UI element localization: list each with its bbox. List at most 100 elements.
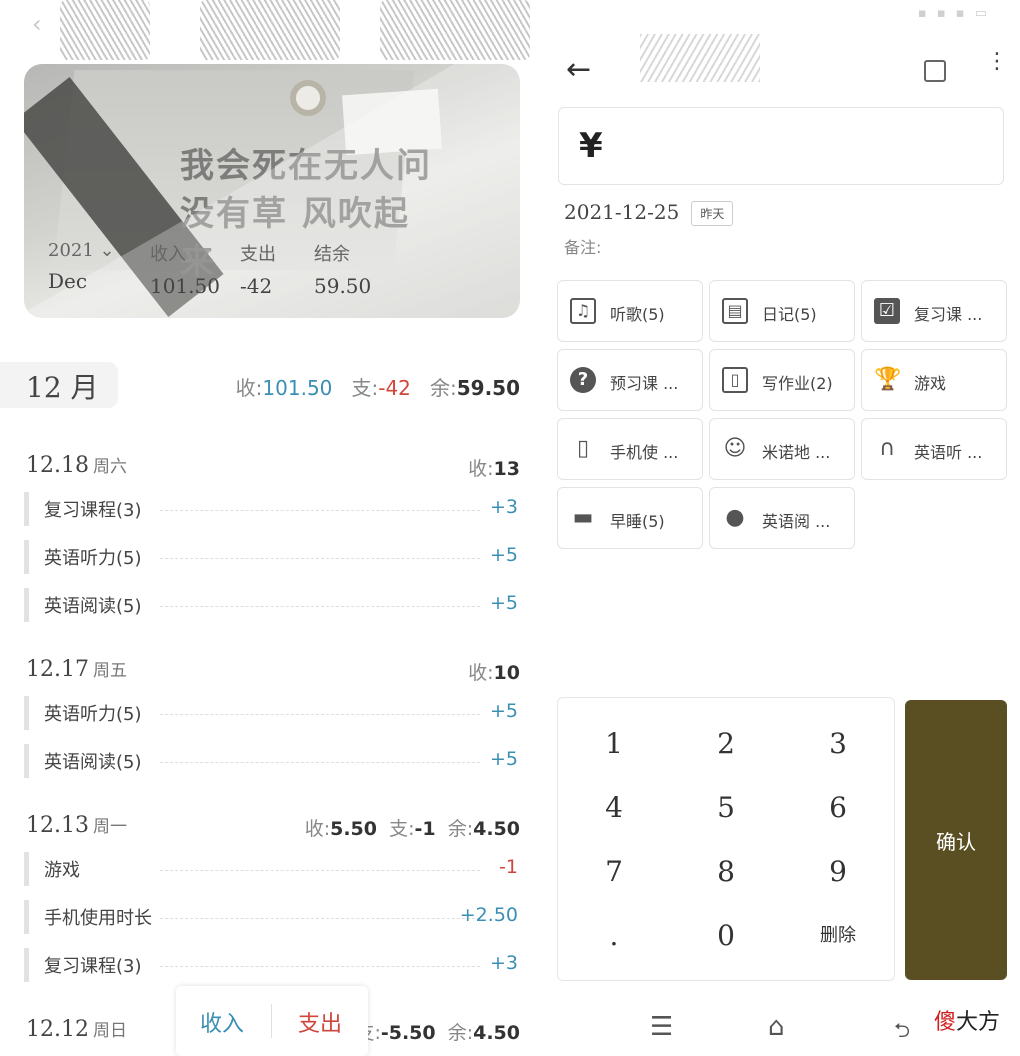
confirm-button[interactable]: 确认 [905, 700, 1007, 980]
category-item[interactable]: ● 英语阅 ... [709, 487, 855, 549]
menu-icon[interactable]: ☰ [650, 1012, 673, 1042]
record-row[interactable]: 英语听力(5) +5 [0, 690, 540, 738]
dashed-leader [160, 606, 480, 607]
category-label: 写作业(2) [762, 374, 833, 393]
key-5[interactable]: 5 [670, 776, 782, 840]
category-item[interactable]: ? 预习课 ... [557, 349, 703, 411]
key-6[interactable]: 6 [782, 776, 894, 840]
summary-expense-prefix: 支: [351, 376, 379, 400]
back-arrow-icon[interactable]: ← [566, 52, 591, 87]
music-note-icon: ♫ [570, 298, 596, 324]
category-label: 英语听 ... [914, 443, 983, 462]
record-row[interactable]: 游戏 -1 [0, 846, 540, 894]
system-back-icon[interactable]: ⮌ [894, 1016, 910, 1050]
delete-key[interactable]: 删除 [782, 904, 894, 968]
key-8[interactable]: 8 [670, 840, 782, 904]
day-weekday: 周六 [92, 457, 127, 477]
day-weekday: 周五 [92, 661, 127, 681]
day-group: 12.13 周一 收:5.50 支:-1 余:4.50 游戏 -1 手机使用时长 +2.50… [0, 806, 540, 990]
record-amount: +5 [489, 748, 518, 770]
open-book-icon: ▯ [722, 367, 748, 393]
category-label: 预习课 ... [610, 374, 679, 393]
category-item[interactable]: ▤ 日记(5) [709, 280, 855, 342]
day-summary: 收:5.50 支:-1 余:4.50 [305, 814, 520, 841]
income-label: 收入 [150, 244, 186, 265]
image-icon[interactable] [924, 60, 946, 82]
key-9[interactable]: 9 [782, 840, 894, 904]
yesterday-chip[interactable]: 昨天 [691, 201, 734, 226]
category-item[interactable]: ▬ 早睡(5) [557, 487, 703, 549]
category-item[interactable]: ∩ 英语听 ... [861, 418, 1007, 480]
add-expense-button[interactable]: 支出 [298, 1006, 342, 1038]
home-icon[interactable]: ⌂ [768, 1012, 785, 1042]
income-value: 101.50 [150, 274, 220, 298]
key-0[interactable]: 0 [670, 904, 782, 968]
key-4[interactable]: 4 [558, 776, 670, 840]
year-label: 2021 [48, 240, 94, 261]
amount-field[interactable]: ¥ [558, 107, 1004, 185]
checkbox-icon: ☑ [874, 298, 900, 324]
back-icon[interactable]: ‹ [32, 10, 42, 38]
remark-field[interactable]: 备注: [564, 234, 601, 258]
day-date: 12.17 周五 [26, 657, 127, 682]
day-header: 12.13 周一 收:5.50 支:-1 余:4.50 [0, 806, 540, 846]
dashed-leader [160, 714, 480, 715]
record-row[interactable]: 英语听力(5) +5 [0, 534, 540, 582]
record-row[interactable]: 复习课程(3) +3 [0, 486, 540, 534]
scribble-decoration [380, 0, 530, 60]
day-summary-value: 4.50 [473, 1022, 520, 1044]
day-summary-value: -1 [414, 818, 436, 840]
status-bar: ‹ [0, 0, 540, 60]
record-row[interactable]: 手机使用时长 +2.50 [0, 894, 540, 942]
day-summary-value: 5.50 [330, 818, 377, 840]
add-income-button[interactable]: 收入 [200, 1006, 244, 1038]
book-icon: ▤ [722, 298, 748, 324]
record-name: 手机使用时长 [44, 904, 160, 930]
day-summary-prefix: 支: [389, 818, 415, 840]
add-record-toggle: 收入 支出 [176, 986, 368, 1056]
day-summary-value: 10 [493, 662, 520, 684]
day-summary-value: 13 [493, 458, 520, 480]
category-item[interactable]: 🏆 游戏 [861, 349, 1007, 411]
key-3[interactable]: 3 [782, 712, 894, 776]
record-row[interactable]: 复习课程(3) +3 [0, 942, 540, 990]
record-amount: +3 [489, 952, 518, 974]
record-amount: +3 [489, 496, 518, 518]
key-2[interactable]: 2 [670, 712, 782, 776]
record-name: 复习课程(3) [44, 952, 150, 978]
category-label: 听歌(5) [610, 305, 665, 324]
category-item[interactable]: ▯ 写作业(2) [709, 349, 855, 411]
month-banner: 我会死在无人问 没有草 风吹起 来 2021 ⌄ Dec 收入 101.50 支… [24, 64, 520, 318]
scribble-decoration [60, 0, 150, 60]
day-summary-value: -5.50 [380, 1022, 436, 1044]
record-marker [24, 588, 29, 622]
day-weekday: 周一 [92, 817, 127, 837]
bed-icon: ▬ [572, 505, 594, 530]
category-label: 早睡(5) [610, 512, 665, 531]
category-item[interactable]: ▯ 手机使 ... [557, 418, 703, 480]
record-marker [24, 852, 29, 886]
category-label: 日记(5) [762, 305, 817, 324]
balance-label: 结余 [314, 244, 350, 265]
category-item[interactable]: ☑ 复习课 ... [861, 280, 1007, 342]
day-date: 12.13 周一 [26, 813, 127, 838]
key-.[interactable]: . [558, 904, 670, 968]
key-7[interactable]: 7 [558, 840, 670, 904]
more-options-icon[interactable]: ⋮ [986, 51, 1008, 73]
category-label: 英语阅 ... [762, 512, 831, 531]
date-picker[interactable]: 2021-12-25 [564, 200, 679, 224]
key-1[interactable]: 1 [558, 712, 670, 776]
status-icons: ▪ ▪ ▪ ▭ [917, 6, 990, 21]
entry-panel: ▪ ▪ ▪ ▭ ← ⋮ ¥ 2021-12-25 昨天 备注: ♫ 听歌(5) ▤ 日记… [540, 0, 1020, 1056]
record-marker [24, 492, 29, 526]
category-item[interactable]: ♫ 听歌(5) [557, 280, 703, 342]
record-amount: -1 [499, 856, 518, 878]
month-pill[interactable]: 12 月 [0, 362, 118, 408]
category-item[interactable]: ☺ 米诺地 ... [709, 418, 855, 480]
record-marker [24, 696, 29, 730]
day-summary-prefix: 收: [304, 818, 331, 840]
record-row[interactable]: 英语阅读(5) +5 [0, 738, 540, 786]
record-marker [24, 540, 29, 574]
year-month-picker[interactable]: 2021 ⌄ Dec [48, 240, 148, 293]
record-row[interactable]: 英语阅读(5) +5 [0, 582, 540, 630]
